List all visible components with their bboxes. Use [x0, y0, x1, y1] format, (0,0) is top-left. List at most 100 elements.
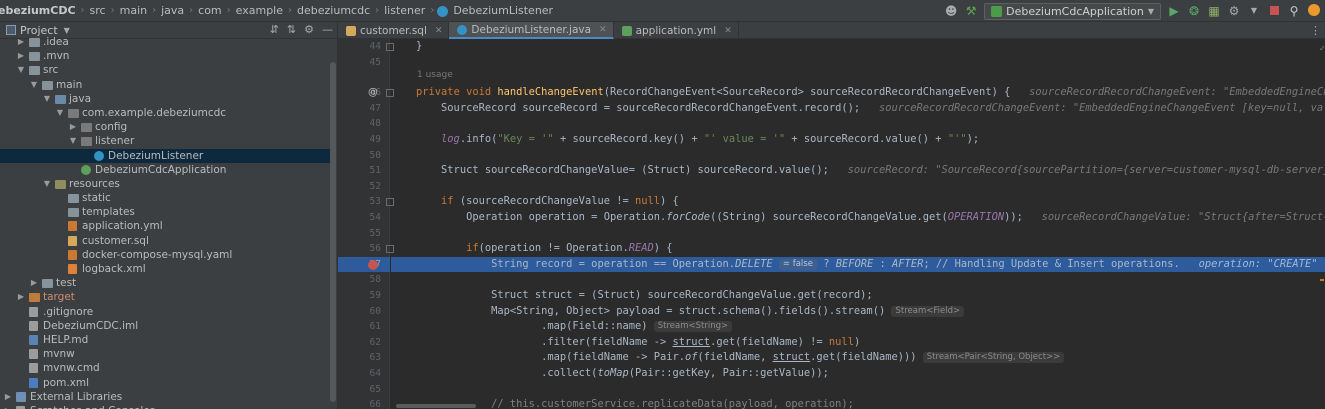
- horizontal-scrollbar[interactable]: [396, 404, 476, 408]
- tree-item[interactable]: ▶ .mvn: [0, 49, 330, 63]
- tree-item[interactable]: DebeziumCDC.iml: [0, 319, 330, 333]
- line-number[interactable]: 52: [351, 179, 381, 195]
- code-line[interactable]: }: [391, 39, 1325, 55]
- tree-item[interactable]: ▶ .idea: [0, 35, 330, 49]
- annotation-icon[interactable]: @: [368, 88, 378, 98]
- more-run-icon[interactable]: ▼: [1247, 4, 1261, 18]
- tree-item[interactable]: DebeziumListener: [0, 148, 330, 163]
- tree-item[interactable]: ▶ config: [0, 120, 330, 134]
- breadcrumb-item[interactable]: src: [88, 4, 108, 17]
- user-icon[interactable]: ☻: [944, 4, 958, 18]
- code-line[interactable]: Struct struct = (Struct) sourceRecordCha…: [391, 288, 1325, 304]
- editor-tab[interactable]: customer.sql ✕: [338, 22, 450, 39]
- code-line[interactable]: .filter(fieldName -> struct.get(fieldNam…: [391, 335, 1325, 351]
- tree-item[interactable]: DebeziumCdcApplication: [0, 163, 330, 177]
- editor-tab[interactable]: DebeziumListener.java ✕: [449, 22, 614, 39]
- tree-item[interactable]: HELP.md: [0, 333, 330, 347]
- line-number[interactable]: 60: [351, 304, 381, 320]
- editor-gutter[interactable]: 444546@474849505152535455565758596061626…: [338, 39, 394, 409]
- chevron-down-icon[interactable]: ▼: [68, 134, 78, 148]
- line-number[interactable]: 59: [351, 288, 381, 304]
- code-line[interactable]: if(operation != Operation.READ) {: [391, 241, 1325, 257]
- line-number[interactable]: 65: [351, 382, 381, 398]
- chevron-down-icon[interactable]: ▼: [16, 63, 26, 77]
- code-line[interactable]: [391, 179, 1325, 195]
- chevron-down-icon[interactable]: ▼: [64, 26, 70, 35]
- code-line[interactable]: [391, 116, 1325, 132]
- code-line[interactable]: .map(Field::name) Stream<String>: [391, 319, 1325, 335]
- code-editor[interactable]: 444546@474849505152535455565758596061626…: [338, 39, 1325, 409]
- chevron-right-icon[interactable]: ▶: [16, 49, 26, 63]
- tree-item[interactable]: ▶ target: [0, 290, 330, 304]
- code-line[interactable]: [391, 148, 1325, 164]
- tree-item[interactable]: ▼ com.example.debeziumcdc: [0, 106, 330, 120]
- chevron-right-icon[interactable]: ▶: [3, 404, 13, 409]
- close-icon[interactable]: ✕: [435, 26, 443, 36]
- editor-tab[interactable]: application.yml ✕: [614, 22, 739, 39]
- search-icon[interactable]: ⚲: [1287, 4, 1301, 18]
- code-line[interactable]: [391, 55, 1325, 71]
- chevron-right-icon[interactable]: ▶: [16, 290, 26, 304]
- line-number[interactable]: 48: [351, 116, 381, 132]
- close-icon[interactable]: ✕: [724, 26, 732, 36]
- line-number[interactable]: 62: [351, 335, 381, 351]
- line-number[interactable]: 55: [351, 226, 381, 242]
- line-number[interactable]: 53: [351, 194, 381, 210]
- chevron-down-icon[interactable]: ▼: [29, 78, 39, 92]
- code-line[interactable]: if (sourceRecordChangeValue != null) {: [391, 194, 1325, 210]
- chevron-right-icon[interactable]: ▶: [29, 276, 39, 290]
- code-line[interactable]: Struct sourceRecordChangeValue= (Struct)…: [391, 163, 1325, 179]
- breadcrumb-item[interactable]: main: [118, 4, 149, 17]
- line-number[interactable]: 63: [351, 350, 381, 366]
- line-number[interactable]: 45: [351, 55, 381, 71]
- tree-item[interactable]: static: [0, 191, 330, 205]
- execution-line[interactable]: String record = operation == Operation.D…: [391, 256, 1325, 273]
- breadcrumb-item[interactable]: ebeziumCDC: [0, 4, 78, 17]
- line-number[interactable]: 61: [351, 319, 381, 335]
- chevron-right-icon[interactable]: ▶: [68, 120, 78, 134]
- tree-item[interactable]: logback.xml: [0, 262, 330, 276]
- breadcrumb-item[interactable]: DebeziumListener: [451, 4, 555, 17]
- line-number[interactable]: 50: [351, 148, 381, 164]
- tree-item[interactable]: ▶ test: [0, 276, 330, 290]
- update-icon[interactable]: [1307, 4, 1321, 18]
- code-line[interactable]: [391, 382, 1325, 398]
- profiler-icon[interactable]: ⚙: [1227, 4, 1241, 18]
- code-line[interactable]: private void handleChangeEvent(RecordCha…: [391, 85, 1325, 101]
- tree-item[interactable]: ▼ main: [0, 78, 330, 92]
- tree-item[interactable]: customer.sql: [0, 234, 330, 248]
- tree-item[interactable]: docker-compose-mysql.yaml: [0, 248, 330, 262]
- line-number[interactable]: 64: [351, 366, 381, 382]
- tree-item[interactable]: application.yml: [0, 219, 330, 233]
- line-number[interactable]: 58: [351, 272, 381, 288]
- run-icon[interactable]: ▶: [1167, 4, 1181, 18]
- tree-item[interactable]: ▼ listener: [0, 134, 330, 148]
- code-line[interactable]: SourceRecord sourceRecord = sourceRecord…: [391, 101, 1325, 117]
- coverage-icon[interactable]: ▦: [1207, 4, 1221, 18]
- stop-icon[interactable]: [1267, 4, 1281, 18]
- chevron-right-icon[interactable]: ▶: [3, 390, 13, 404]
- breadcrumb-item[interactable]: listener: [382, 4, 427, 17]
- breadcrumb-item[interactable]: com: [196, 4, 224, 17]
- tree-item[interactable]: pom.xml: [0, 376, 330, 390]
- run-configuration-select[interactable]: DebeziumCdcApplication ▼: [984, 2, 1161, 20]
- build-hammer-icon[interactable]: ⚒: [964, 4, 978, 18]
- chevron-right-icon[interactable]: ▶: [16, 35, 26, 49]
- line-number[interactable]: 54: [351, 210, 381, 226]
- tree-item[interactable]: mvnw.cmd: [0, 361, 330, 375]
- code-line[interactable]: [391, 226, 1325, 242]
- breadcrumb-item[interactable]: debeziumcdc: [295, 4, 372, 17]
- tree-item[interactable]: ▼ src: [0, 63, 330, 77]
- code-line[interactable]: [391, 272, 1325, 288]
- tree-item[interactable]: templates: [0, 205, 330, 219]
- tree-item[interactable]: ▶ Scratches and Consoles: [0, 404, 330, 409]
- line-number[interactable]: 56: [351, 241, 381, 257]
- debug-icon[interactable]: ❂: [1187, 4, 1201, 18]
- line-number[interactable]: 47: [351, 101, 381, 117]
- tab-menu-icon[interactable]: ⋮: [1310, 24, 1321, 37]
- chevron-down-icon[interactable]: ▼: [42, 92, 52, 106]
- code-line[interactable]: .map(fieldName -> Pair.of(fieldName, str…: [391, 350, 1325, 366]
- code-area[interactable]: 1 usage } private void handleChangeEvent…: [391, 39, 1325, 409]
- tree-item[interactable]: .gitignore: [0, 305, 330, 319]
- chevron-down-icon[interactable]: ▼: [55, 106, 65, 120]
